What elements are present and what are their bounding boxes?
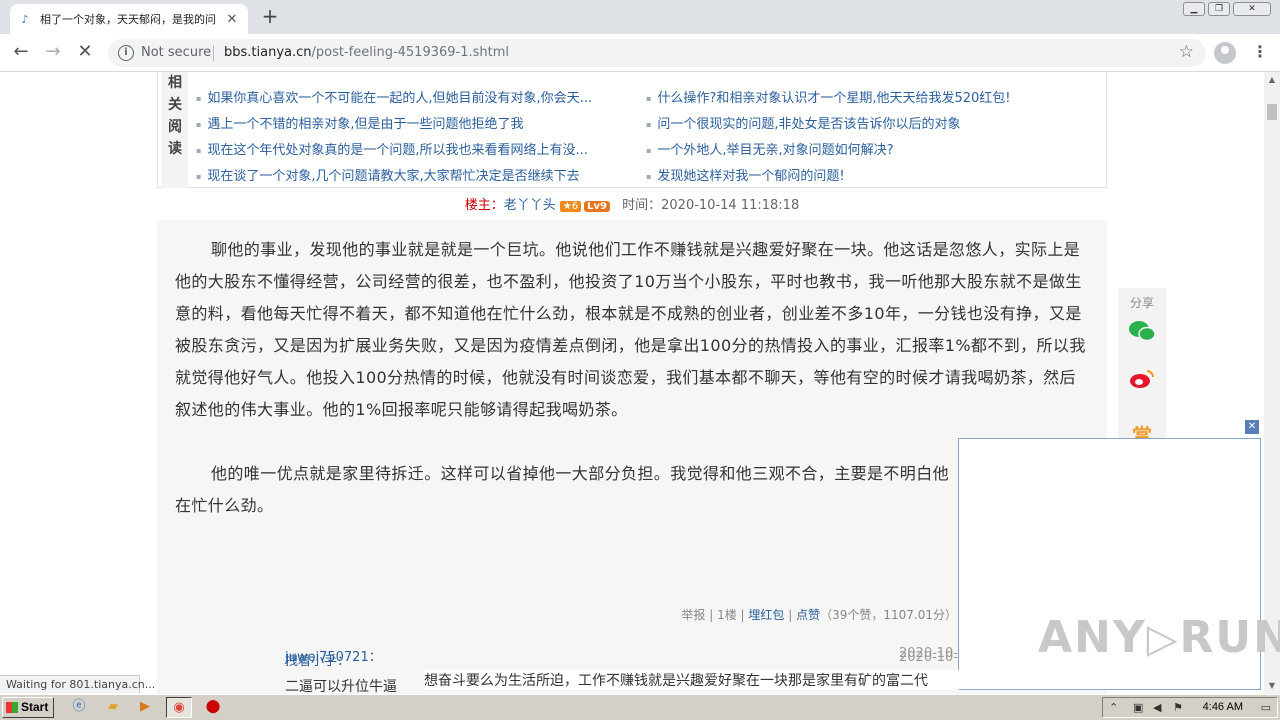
- chrome-icon[interactable]: ◉: [166, 697, 192, 718]
- comment-text: 想奋斗要么为生活所迫，工作不赚钱就是兴趣爱好聚在一块那是家里有矿的富二代: [424, 670, 959, 690]
- info-icon[interactable]: i: [118, 45, 134, 61]
- author-name[interactable]: 老丫丫头: [504, 198, 556, 213]
- page-scrollbar[interactable]: ▲ ▼: [1264, 72, 1280, 694]
- network-icon[interactable]: ▣: [1133, 701, 1143, 714]
- label-char: 读: [168, 141, 182, 157]
- status-bubble: Waiting for 801.tianya.cn...: [0, 675, 155, 693]
- watermark-text: ANY: [1038, 612, 1147, 663]
- post-paragraph: 聊他的事业，发现他的事业就是就是一个巨坑。他说他们工作不赚钱就是兴趣爱好聚在一块…: [175, 240, 1086, 419]
- new-tab-button[interactable]: +: [258, 5, 282, 29]
- related-link[interactable]: 如果你真心喜欢一个不可能在一起的人,但她目前没有对象,你会天...: [196, 87, 592, 106]
- security-label[interactable]: Not secure: [141, 45, 211, 60]
- louzhu-label: 楼主：: [464, 198, 504, 213]
- clock: 4:46 AM: [1202, 701, 1243, 713]
- popup-close-icon[interactable]: ✕: [1245, 420, 1259, 434]
- minimize-button[interactable]: ▁: [1183, 2, 1205, 16]
- label-char: 阅: [168, 119, 182, 135]
- close-tab-icon[interactable]: ✕: [224, 12, 240, 27]
- label-char: 关: [168, 97, 182, 113]
- related-reading-box: 相 关 阅 读 如果你真心喜欢一个不可能在一起的人,但她目前没有对象,你会天..…: [157, 72, 1107, 188]
- related-link[interactable]: 现在这个年代处对象真的是一个问题,所以我也来看看网络上有没...: [196, 139, 588, 158]
- maximize-button[interactable]: ❐: [1208, 2, 1230, 16]
- post-paragraph: 他的唯一优点就是家里待拆迁。这样可以省掉他一大部分负担。我觉得和他三观不合，主要…: [175, 464, 950, 515]
- tab-title: 相了一个对象，天天郁闷，是我的问题: [40, 13, 216, 26]
- toolbar: ← → ✕ i Not secure bbs.tianya.cn/post-fe…: [0, 34, 1280, 72]
- related-link[interactable]: 一个外地人,举目无亲,对象问题如何解决?: [646, 139, 893, 158]
- wechat-icon[interactable]: [1128, 320, 1156, 342]
- start-button[interactable]: Start: [2, 697, 54, 718]
- music-note-icon: ♪: [21, 12, 29, 26]
- volume-icon[interactable]: ◀: [1153, 701, 1161, 714]
- star-badge: ★6: [559, 201, 582, 212]
- like-link[interactable]: 点赞: [796, 608, 820, 622]
- divider: [213, 45, 214, 61]
- level-badge: Lv9: [584, 201, 610, 212]
- post-author-line: 楼主：老丫丫头 ★6 Lv9 时间：2020-10-14 11:18:18: [0, 194, 1264, 213]
- expand-tray-icon[interactable]: ⌃: [1109, 701, 1118, 714]
- warning-icon[interactable]: ⬤: [200, 697, 226, 718]
- url-host: bbs.tianya.cn: [224, 45, 312, 60]
- report-link[interactable]: 举报: [681, 608, 705, 622]
- flag-icon[interactable]: ⚑: [1173, 701, 1183, 714]
- tab-strip: ♪ 相了一个对象，天天郁闷，是我的问题 ✕ + ▁ ❐ ✕: [0, 0, 1280, 34]
- related-reading-label: 相 关 阅 读: [162, 72, 188, 188]
- url-path: /post-feeling-4519369-1.shtml: [311, 45, 510, 60]
- media-player-icon[interactable]: ▶: [132, 697, 158, 718]
- bookmark-star-icon[interactable]: ☆: [1179, 42, 1194, 62]
- like-stats: （39个赞，1107.01分）: [820, 608, 957, 622]
- floor-number: 1楼: [717, 608, 737, 622]
- play-icon: ▷: [1146, 616, 1180, 662]
- red-packet-link[interactable]: 埋红包: [748, 608, 784, 622]
- post-time: 时间：2020-10-14 11:18:18: [622, 198, 800, 213]
- comment-time: 2020-10-: [899, 646, 959, 661]
- comment-text: 二逼可以升位牛逼: [285, 679, 397, 694]
- comment-user[interactable]: juwei750721：: [285, 646, 382, 665]
- anyrun-watermark: ANY▷RUN: [1038, 612, 1280, 663]
- scroll-up-arrow-icon[interactable]: ▲: [1264, 72, 1280, 88]
- scroll-down-arrow-icon[interactable]: ▼: [1264, 678, 1280, 694]
- browser-tab[interactable]: ♪ 相了一个对象，天天郁闷，是我的问题 ✕: [10, 4, 248, 34]
- address-bar[interactable]: i Not secure bbs.tianya.cn/post-feeling-…: [108, 39, 1206, 67]
- scroll-thumb[interactable]: [1267, 104, 1277, 120]
- system-tray: ⌃ ▣ ◀ ⚑ 4:46 AM ▭: [1102, 697, 1278, 718]
- share-label: 分享: [1129, 296, 1154, 310]
- folder-icon[interactable]: ▰: [100, 697, 126, 718]
- kebab-menu-icon[interactable]: ⋮: [1252, 42, 1268, 61]
- related-link[interactable]: 遇上一个不错的相亲对象,但是由于一些问题他拒绝了我: [196, 113, 523, 132]
- ie-icon[interactable]: ⓔ: [66, 697, 92, 718]
- back-arrow-icon[interactable]: ←: [8, 40, 34, 66]
- url-text[interactable]: bbs.tianya.cn/post-feeling-4519369-1.sht…: [224, 45, 509, 60]
- related-link[interactable]: 发现她这样对我一个郁闷的问题!: [646, 165, 844, 184]
- related-link[interactable]: 问一个很现实的问题,非处女是否该告诉你以后的对象: [646, 113, 960, 132]
- stop-loading-icon[interactable]: ✕: [72, 40, 98, 66]
- related-link[interactable]: 什么操作?和相亲对象认识才一个星期,他天天给我发520红包!: [646, 87, 1010, 106]
- profile-avatar[interactable]: [1214, 42, 1236, 64]
- label-char: 相: [168, 75, 182, 91]
- related-link[interactable]: 现在谈了一个对象,几个问题请教大家,大家帮忙决定是否继续下去: [196, 165, 579, 184]
- forward-arrow-icon[interactable]: →: [40, 40, 66, 66]
- close-window-button[interactable]: ✕: [1233, 2, 1271, 16]
- post-actions: 举报 | 1楼 | 埋红包 | 点赞（39个赞，1107.01分）: [681, 608, 957, 622]
- show-desktop-icon[interactable]: ▭: [1261, 701, 1271, 714]
- windows-taskbar: Start ⓔ ▰ ▶ ◉ ⬤ ⌃ ▣ ◀ ⚑ 4:46 AM ▭: [0, 694, 1280, 720]
- watermark-text: RUN: [1179, 612, 1280, 663]
- weibo-icon[interactable]: [1128, 368, 1156, 390]
